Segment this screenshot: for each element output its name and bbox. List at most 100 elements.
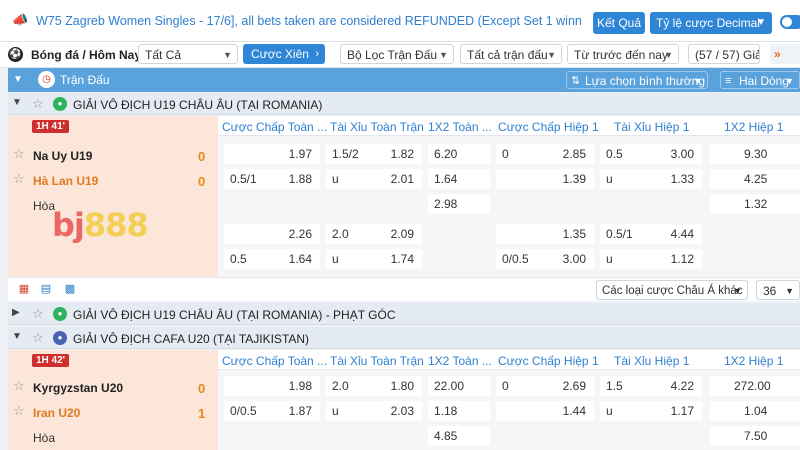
column-header: 1X2 Toàn ...	[428, 354, 492, 368]
draw-odds[interactable]: 2.98	[428, 194, 490, 214]
league-row[interactable]: ▼ ☆ ● GIẢI VÔ ĐỊCH CAFA U20 (TẠI TAJIKIS…	[8, 327, 800, 349]
list-view-icon[interactable]: ▤	[38, 282, 54, 297]
away-team-name[interactable]: Iran U20	[33, 406, 80, 420]
odds-grid: 1.98 0/0.5 1.87 2.0 1.80 u 2.03 22.00 1.18 …	[218, 370, 800, 450]
match-block: 1H 42' ☆ Kyrgyzstan U20 0 ☆ Iran U20 1 H…	[8, 350, 800, 450]
league-name: GIẢI VÔ ĐỊCH CAFA U20 (TẠI TAJIKISTAN)	[73, 332, 310, 346]
chevron-down-icon[interactable]: ▼	[12, 97, 22, 108]
sportsbook-page: 📣 W75 Zagreb Women Singles - 17/6], all …	[0, 0, 800, 450]
chevron-right-icon[interactable]: ▶	[12, 307, 20, 318]
filter-bar: ⚽ Bóng đá / Hôm Nay Tất Cả ▼ Cược Xiên ›…	[0, 42, 800, 68]
more-markets-select[interactable]: 36 ▼	[756, 280, 800, 300]
column-header: 1X2 Hiệp 1	[724, 354, 784, 368]
scroll-right-button[interactable]: »	[770, 44, 800, 64]
home-win-odds[interactable]: 22.00	[428, 376, 490, 396]
home-win-odds[interactable]: 6.20	[428, 144, 490, 164]
h1-home-win-odds[interactable]: 9.30	[710, 144, 800, 164]
h1-draw-odds[interactable]: 1.32	[710, 194, 800, 214]
handicap-away-odds[interactable]: 0/0.5 1.87	[224, 401, 320, 421]
handicap-home-odds[interactable]: 2.26	[224, 224, 320, 244]
h1-away-win-odds[interactable]: 4.25	[710, 169, 800, 189]
league-count-select[interactable]: (57 / 57) Giải	[688, 44, 760, 64]
total-line: 1.5/2	[332, 147, 359, 161]
h1-under-odds[interactable]: u 1.33	[600, 169, 702, 189]
match-filter-select[interactable]: Bộ Lọc Trận Đấu ▼	[340, 44, 454, 64]
star-icon[interactable]: ☆	[13, 171, 25, 187]
under-odds[interactable]: u 2.01	[326, 169, 422, 189]
star-icon[interactable]: ☆	[32, 306, 44, 322]
grid-view-icon[interactable]: ▦	[16, 282, 32, 297]
away-team-name[interactable]: Hà Lan U19	[33, 174, 98, 188]
asian-bet-types-select[interactable]: Các loại cược Châu Á khác ▼	[596, 280, 748, 300]
over-odds[interactable]: 2.0 2.09	[326, 224, 422, 244]
h1-draw-odds[interactable]: 7.50	[710, 426, 800, 446]
asian-bet-types-label: Các loại cược Châu Á khác	[602, 285, 743, 297]
team-panel: 1H 41' ☆ Na Uy U19 0 ☆ Hà Lan U19 0 Hòa …	[8, 116, 218, 277]
chevron-down-icon: ▼	[756, 17, 766, 28]
chevron-down-icon[interactable]: ▼	[12, 331, 22, 342]
column-header: Tài Xỉu Hiệp 1	[614, 120, 690, 134]
handicap-away-odds[interactable]: 0.5/1 1.88	[224, 169, 320, 189]
under-odds[interactable]: u 2.03	[326, 401, 422, 421]
total-line: 0.5/1	[606, 227, 633, 241]
handicap-line: 0/0.5	[230, 404, 257, 418]
star-icon[interactable]: ☆	[13, 378, 25, 394]
announcement-text[interactable]: W75 Zagreb Women Singles - 17/6], all be…	[36, 14, 581, 28]
stats-chart-icon[interactable]: ▩	[62, 282, 78, 297]
league-count-label: (57 / 57) Giải	[695, 48, 760, 62]
match-tools-row: ▦ ▤ ▩ Các loại cược Châu Á khác ▼ 36 ▼	[8, 277, 800, 301]
star-icon[interactable]: ☆	[13, 146, 25, 162]
h1-under-odds[interactable]: u 1.17	[600, 401, 702, 421]
odds-value: 2.09	[390, 227, 414, 241]
time-sort-select[interactable]: Từ trước đến nay ▼	[567, 44, 679, 64]
handicap-home-odds[interactable]: 1.98	[224, 376, 320, 396]
chevron-down-icon: ▼	[547, 50, 556, 60]
h1-handicap-away-odds[interactable]: 1.39	[496, 169, 594, 189]
away-win-odds[interactable]: 1.18	[428, 401, 490, 421]
odds-value: 1.88	[288, 172, 312, 186]
settings-toggle[interactable]	[780, 15, 800, 29]
odds-value: 4.85	[434, 429, 458, 443]
star-icon[interactable]: ☆	[32, 96, 44, 112]
over-odds[interactable]: 2.0 1.80	[326, 376, 422, 396]
draw-odds[interactable]: 4.85	[428, 426, 490, 446]
column-header: 1X2 Hiệp 1	[724, 120, 784, 134]
handicap-home-odds[interactable]: 1.97	[224, 144, 320, 164]
collapse-all-icon[interactable]: ▼	[13, 74, 23, 85]
away-win-odds[interactable]: 1.64	[428, 169, 490, 189]
sort-mode-select[interactable]: ⇅ Lựa chọn bình thường ▼	[566, 71, 708, 89]
handicap-away-odds[interactable]: 0.5 1.64	[224, 249, 320, 269]
star-icon[interactable]: ☆	[32, 330, 44, 346]
parlay-button[interactable]: Cược Xiên ›	[243, 44, 325, 64]
handicap-line: 0/0.5	[502, 252, 529, 266]
h1-handicap-away-odds[interactable]: 1.44	[496, 401, 594, 421]
results-button[interactable]: Kết Quả	[593, 12, 645, 34]
h1-handicap-home-odds[interactable]: 0 2.85	[496, 144, 594, 164]
league-row[interactable]: ▼ ☆ ● GIẢI VÔ ĐỊCH U19 CHÂU ÂU (TẠI ROMA…	[8, 93, 800, 115]
odds-format-select[interactable]: Tỷ lệ cược Decimal ▼	[650, 12, 772, 34]
home-team-name[interactable]: Kyrgyzstan U20	[33, 381, 123, 395]
h1-over-odds[interactable]: 1.5 4.22	[600, 376, 702, 396]
odds-grid: 1.97 0.5/1 1.88 1.5/2 1.82 u 2.01 6.20 1.64…	[218, 136, 800, 277]
star-icon[interactable]: ☆	[13, 403, 25, 419]
h1-under-odds[interactable]: u 1.12	[600, 249, 702, 269]
h1-over-odds[interactable]: 0.5/1 4.44	[600, 224, 702, 244]
league-row[interactable]: ▶ ☆ ● GIẢI VÔ ĐỊCH U19 CHÂU ÂU (TẠI ROMA…	[8, 303, 800, 325]
row-mode-select[interactable]: ≡ Hai Dòng ▼	[720, 71, 800, 89]
total-line: 2.0	[332, 227, 349, 241]
h1-handicap-away-odds[interactable]: 0/0.5 3.00	[496, 249, 594, 269]
odds-value: 1.74	[390, 252, 414, 266]
odds-value: 1.64	[434, 172, 458, 186]
all-matches-select[interactable]: Tất cả trận đấu ▼	[460, 44, 562, 64]
chevron-down-icon: ▼	[785, 286, 794, 296]
home-team-name[interactable]: Na Uy U19	[33, 149, 92, 163]
under-odds[interactable]: u 1.74	[326, 249, 422, 269]
market-select[interactable]: Tất Cả ▼	[138, 44, 238, 64]
h1-home-win-odds[interactable]: 272.00	[710, 376, 800, 396]
time-sort-label: Từ trước đến nay	[574, 48, 668, 62]
h1-handicap-home-odds[interactable]: 1.35	[496, 224, 594, 244]
h1-handicap-home-odds[interactable]: 0 2.69	[496, 376, 594, 396]
over-odds[interactable]: 1.5/2 1.82	[326, 144, 422, 164]
h1-over-odds[interactable]: 0.5 3.00	[600, 144, 702, 164]
h1-away-win-odds[interactable]: 1.04	[710, 401, 800, 421]
